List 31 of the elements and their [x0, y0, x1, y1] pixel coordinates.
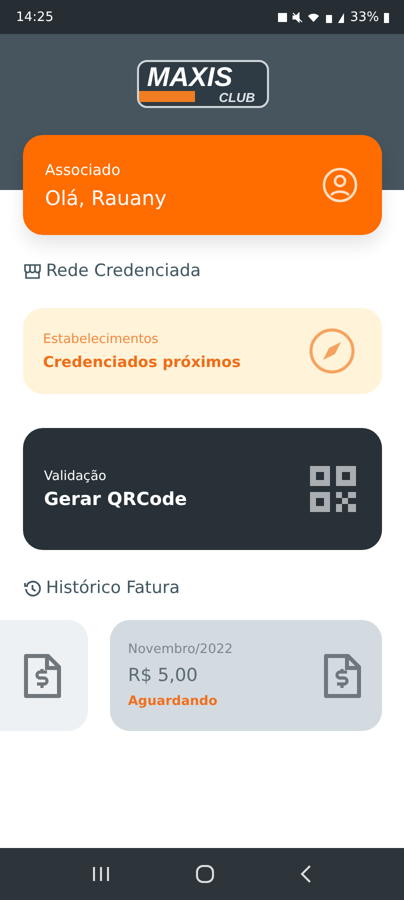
- invoice-month: Novembro/2022: [128, 642, 233, 657]
- member-card[interactable]: Associado Olá, Rauany: [23, 135, 382, 235]
- invoice-card[interactable]: Novembro/2022 R$ 5,00 Aguardando: [110, 620, 382, 731]
- wifi-icon: [307, 12, 320, 22]
- recent-apps-icon[interactable]: [92, 866, 110, 882]
- compass-icon: [308, 327, 356, 375]
- battery-percent: 33%: [350, 10, 379, 24]
- store-icon: [24, 264, 41, 278]
- card-title: Credenciados próximos: [43, 352, 241, 370]
- qr-card[interactable]: Validação Gerar QRCode: [23, 428, 382, 550]
- section-title: Rede Credenciada: [46, 261, 201, 281]
- user-icon: [322, 167, 358, 203]
- card-label: Estabelecimentos: [43, 332, 160, 346]
- history-icon: [24, 580, 41, 596]
- qr-code-icon: [310, 466, 356, 512]
- card-label: Associado: [45, 160, 122, 178]
- invoice-amount: R$ 5,00: [128, 665, 199, 686]
- mute-icon: [292, 12, 304, 22]
- back-icon[interactable]: [300, 865, 312, 883]
- section-title: Histórico Fatura: [46, 578, 180, 598]
- clock: 14:25: [16, 10, 54, 24]
- card-label: Validação: [44, 468, 108, 484]
- invoice-status: Aguardando: [128, 694, 218, 709]
- card-title: Gerar QRCode: [44, 488, 187, 510]
- greeting: Olá, Rauany: [45, 186, 166, 210]
- nearby-card[interactable]: Estabelecimentos Credenciados próximos: [23, 308, 382, 394]
- battery-icon: [383, 12, 390, 22]
- home-icon[interactable]: [194, 864, 215, 884]
- invoice-icon: [22, 652, 62, 698]
- logo: MAXIS CLUB: [137, 60, 269, 108]
- invoice-icon: [322, 652, 362, 698]
